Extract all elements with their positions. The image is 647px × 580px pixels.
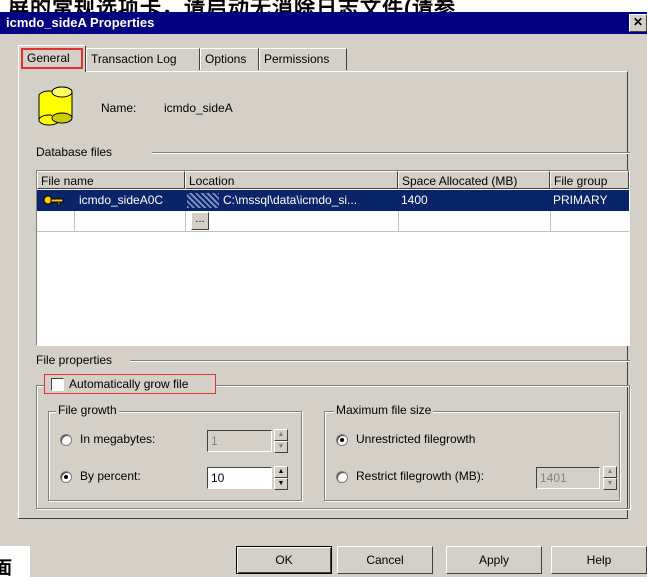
fragment-glyph: 面 bbox=[0, 558, 12, 578]
column-header-space-allocated[interactable]: Space Allocated (MB) bbox=[398, 171, 550, 189]
column-header-location[interactable]: Location bbox=[185, 171, 398, 189]
stepper-up-icon[interactable]: ▲ bbox=[274, 429, 288, 441]
grid-line bbox=[398, 211, 399, 231]
tab-permissions-label: Permissions bbox=[264, 52, 330, 66]
tab-permissions[interactable]: Permissions bbox=[259, 48, 347, 70]
cancel-button[interactable]: Cancel bbox=[337, 546, 433, 574]
column-header-file-group[interactable]: File group bbox=[550, 171, 629, 189]
by-percent-stepper[interactable]: ▲ ▼ bbox=[274, 466, 288, 490]
stepper-up-icon[interactable]: ▲ bbox=[603, 466, 617, 478]
grid-line bbox=[74, 211, 75, 231]
cell-space-allocated: 1400 bbox=[401, 193, 428, 207]
restrict-label: Restrict filegrowth (MB): bbox=[356, 469, 485, 483]
key-icon bbox=[43, 195, 64, 206]
grid-line bbox=[185, 211, 186, 231]
table-row[interactable]: icmdo_sideA0C C:\mssql\data\icmdo_si... … bbox=[37, 190, 629, 211]
tab-general[interactable]: General bbox=[18, 45, 86, 72]
file-properties-label: File properties bbox=[36, 353, 113, 367]
close-button[interactable]: ✕ bbox=[629, 14, 647, 32]
in-megabytes-stepper[interactable]: ▲ ▼ bbox=[274, 429, 288, 453]
file-growth-legend: File growth bbox=[56, 403, 119, 417]
cell-file-name: icmdo_sideA0C bbox=[79, 193, 164, 207]
max-file-size-legend: Maximum file size bbox=[334, 403, 434, 417]
tab-options[interactable]: Options bbox=[200, 48, 259, 70]
database-cylinders-icon bbox=[38, 86, 73, 126]
window-title: icmdo_sideA Properties bbox=[6, 15, 155, 30]
table-row-empty[interactable]: ... bbox=[37, 211, 629, 232]
by-percent-input[interactable]: 10 bbox=[207, 467, 272, 489]
unrestricted-label: Unrestricted filegrowth bbox=[356, 432, 476, 446]
in-megabytes-radio[interactable] bbox=[60, 434, 72, 446]
tab-transaction-log-label: Transaction Log bbox=[91, 52, 177, 66]
stepper-down-icon[interactable]: ▼ bbox=[274, 478, 288, 490]
restrict-stepper[interactable]: ▲ ▼ bbox=[603, 466, 617, 490]
in-megabytes-label: In megabytes: bbox=[80, 432, 156, 446]
cell-file-group: PRIMARY bbox=[553, 193, 608, 207]
tab-transaction-log[interactable]: Transaction Log bbox=[86, 48, 200, 70]
name-value: icmdo_sideA bbox=[164, 101, 233, 115]
title-bar: icmdo_sideA Properties ✕ bbox=[0, 12, 647, 34]
apply-button[interactable]: Apply bbox=[446, 546, 542, 574]
by-percent-label: By percent: bbox=[80, 469, 141, 483]
grid-line bbox=[550, 211, 551, 231]
tab-options-label: Options bbox=[205, 52, 247, 66]
database-files-label: Database files bbox=[36, 145, 113, 159]
cell-location: C:\mssql\data\icmdo_si... bbox=[223, 193, 358, 207]
stepper-down-icon[interactable]: ▼ bbox=[603, 478, 617, 490]
restrict-radio[interactable] bbox=[336, 471, 348, 483]
database-files-grid[interactable]: File name Location Space Allocated (MB) … bbox=[36, 170, 630, 346]
column-header-file-name[interactable]: File name bbox=[37, 171, 185, 189]
ok-button[interactable]: OK bbox=[236, 546, 332, 574]
stepper-down-icon[interactable]: ▼ bbox=[274, 441, 288, 453]
auto-grow-highlight-box: Automatically grow file bbox=[44, 374, 216, 394]
browse-location-button[interactable]: ... bbox=[191, 212, 209, 230]
location-dither-block bbox=[187, 193, 219, 208]
unrestricted-radio[interactable] bbox=[336, 434, 348, 446]
restrict-input[interactable]: 1401 bbox=[536, 467, 600, 489]
stepper-up-icon[interactable]: ▲ bbox=[274, 466, 288, 478]
help-button[interactable]: Help bbox=[551, 546, 647, 574]
database-files-separator bbox=[152, 152, 630, 154]
bottom-left-fragment: 面 bbox=[0, 546, 30, 578]
by-percent-radio[interactable] bbox=[60, 471, 72, 483]
in-megabytes-input[interactable]: 1 bbox=[207, 430, 272, 452]
tab-general-label: General bbox=[27, 51, 70, 65]
name-label: Name: bbox=[101, 101, 137, 115]
file-properties-separator bbox=[130, 360, 630, 362]
close-icon: ✕ bbox=[632, 15, 644, 29]
auto-grow-checkbox[interactable] bbox=[51, 378, 64, 391]
auto-grow-label: Automatically grow file bbox=[69, 377, 189, 391]
